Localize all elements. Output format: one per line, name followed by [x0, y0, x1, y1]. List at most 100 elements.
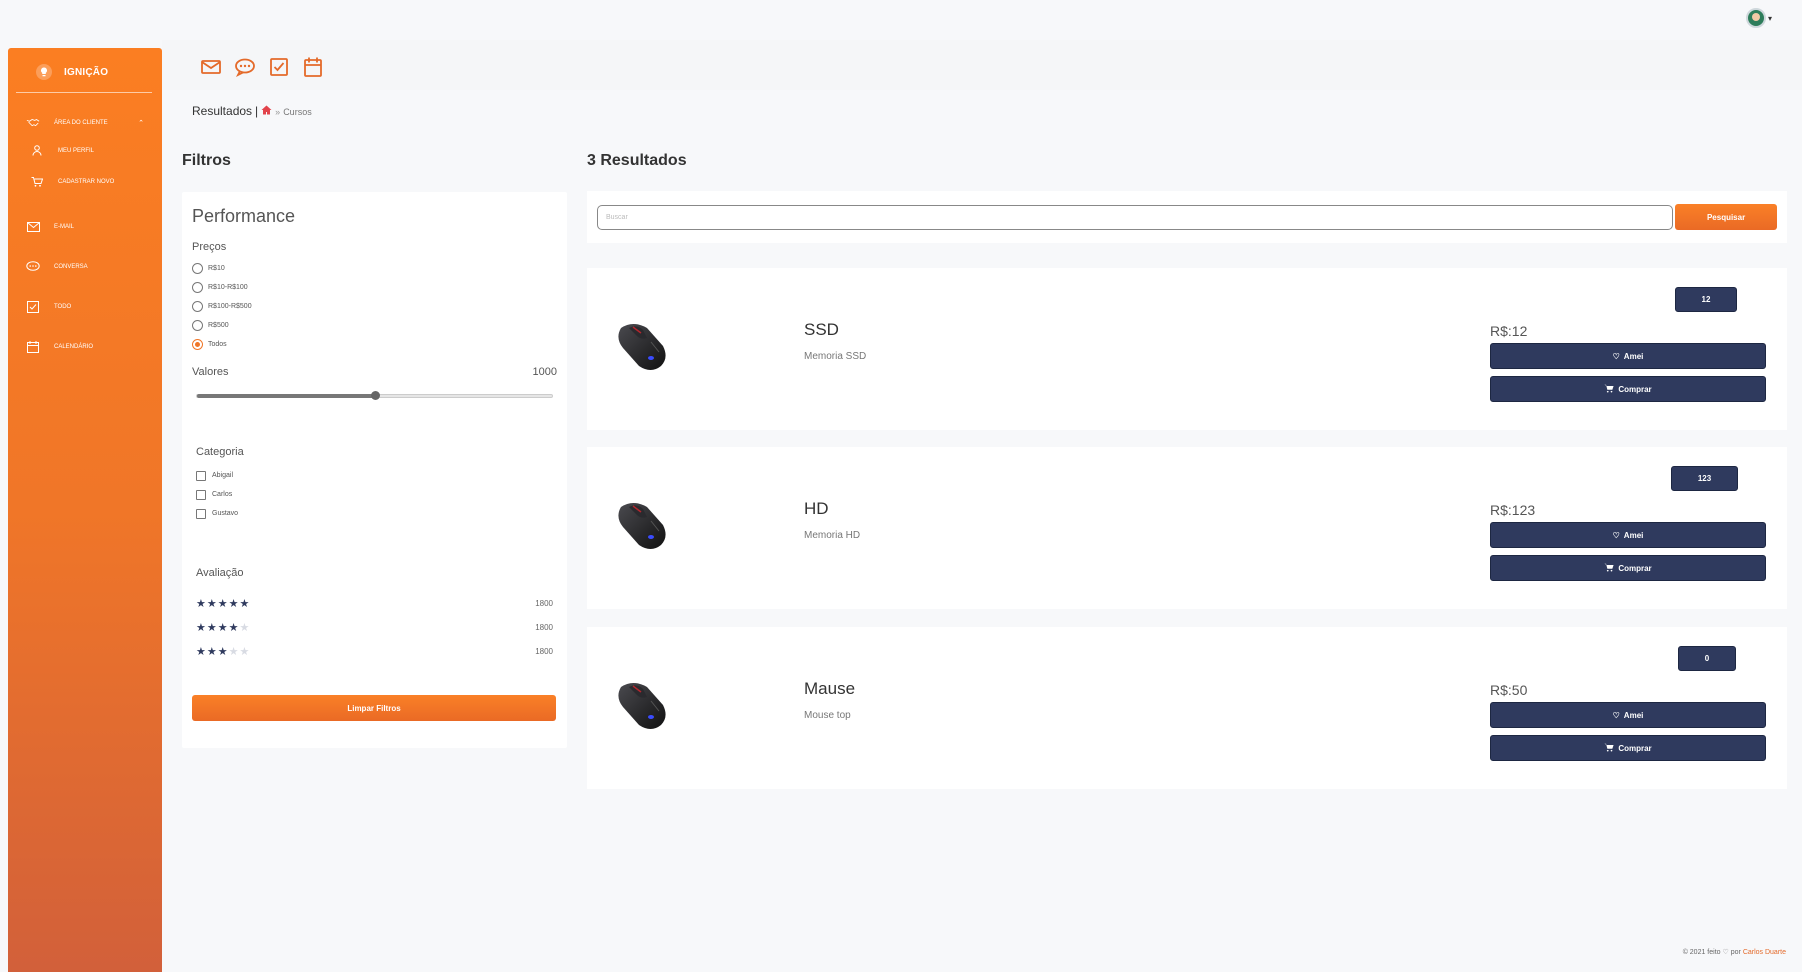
cart-icon — [1604, 743, 1614, 754]
radio-button[interactable] — [192, 263, 203, 274]
footer-author[interactable]: Carlos Duarte — [1743, 949, 1786, 956]
star-icon: ★ — [228, 597, 240, 610]
values-row: Valores 1000 — [192, 366, 557, 378]
like-button[interactable]: ♡ Amei — [1490, 522, 1766, 548]
slider-thumb[interactable] — [370, 391, 380, 400]
sidebar-item-conversa[interactable]: CONVERSA — [8, 247, 162, 287]
avatar[interactable] — [1745, 8, 1766, 28]
like-button-label: Amei — [1623, 530, 1644, 540]
rating-option[interactable]: ★★★★★ 1800 — [192, 591, 557, 615]
product-description: Memoria HD — [804, 530, 861, 541]
buy-button[interactable]: Comprar — [1490, 376, 1766, 402]
search-button[interactable]: Pesquisar — [1675, 204, 1777, 230]
star-icon: ★ — [196, 621, 207, 634]
product-name[interactable]: SSD — [804, 320, 839, 340]
radio-button[interactable] — [192, 320, 203, 331]
price-option-label: R$500 — [208, 322, 229, 329]
star-rating: ★★★★★ — [196, 645, 250, 658]
price-option[interactable]: R$500 — [192, 316, 557, 335]
sidebar-item-label: TODO — [54, 304, 72, 310]
sidebar-item-area-do-cliente[interactable]: ÁREA DO CLIENTE ⌃ — [8, 111, 162, 135]
heart-icon: ♡ — [1722, 949, 1729, 956]
category-option[interactable]: Gustavo — [192, 504, 557, 523]
home-icon[interactable] — [261, 105, 272, 118]
radio-button[interactable] — [192, 301, 203, 312]
brand[interactable]: IGNIÇÃO — [16, 48, 152, 93]
sidebar-item-email[interactable]: E-MAIL — [8, 207, 162, 247]
values-label: Valores — [192, 366, 229, 378]
like-button[interactable]: ♡ Amei — [1490, 343, 1766, 369]
buy-button[interactable]: Comprar — [1490, 735, 1766, 761]
sidebar-item-todo[interactable]: TODO — [8, 287, 162, 327]
filters-panel: Performance Preços R$10 R$10-R$100 R$100-R… — [182, 192, 567, 748]
price-option-label: Todos — [208, 341, 227, 348]
product-price: R$:12 — [1490, 323, 1528, 339]
heart-icon: ♡ — [1612, 530, 1620, 540]
user-icon — [30, 144, 44, 158]
star-icon: ★ — [239, 597, 251, 610]
buy-button-label: Comprar — [1618, 384, 1652, 394]
checkbox[interactable] — [196, 470, 206, 481]
product-description: Mouse top — [804, 710, 851, 721]
checkbox[interactable] — [196, 489, 206, 500]
radio-button[interactable] — [192, 282, 203, 293]
nav-spacer — [8, 197, 162, 207]
sidebar-item-calendario[interactable]: CALENDÁRIO — [8, 327, 162, 367]
like-button[interactable]: ♡ Amei — [1490, 702, 1766, 728]
filters-heading: Filtros — [182, 152, 231, 169]
handshake-icon — [26, 116, 40, 130]
sidebar-item-meu-perfil[interactable]: MEU PERFIL — [8, 135, 162, 166]
envelope-icon[interactable] — [200, 56, 222, 78]
quantity-badge: 123 — [1671, 466, 1738, 491]
product-description: Memoria SSD — [804, 351, 867, 362]
category-option[interactable]: Abigail — [192, 466, 557, 485]
star-rating: ★★★★★ — [196, 597, 250, 610]
sidebar-item-cadastrar-novo[interactable]: CADASTRAR NOVO — [8, 166, 162, 197]
envelope-icon — [26, 220, 40, 234]
product-name[interactable]: HD — [804, 499, 829, 519]
radio-button[interactable] — [192, 339, 203, 350]
rating-option[interactable]: ★★★★★ 1800 — [192, 615, 557, 639]
price-option[interactable]: R$100-R$500 — [192, 297, 557, 316]
product-price: R$:50 — [1490, 682, 1528, 698]
footer: © 2021 feito ♡ por Carlos Duarte — [1683, 948, 1786, 956]
results-heading: 3 Resultados — [587, 152, 687, 169]
chat-icon[interactable] — [234, 56, 256, 78]
value-slider[interactable] — [196, 391, 553, 400]
category-option[interactable]: Carlos — [192, 485, 557, 504]
product-card: HD Memoria HD 123 R$:123 ♡ Amei Comprar — [587, 447, 1787, 609]
product-name[interactable]: Mause — [804, 679, 855, 699]
cart-icon — [30, 175, 44, 189]
category-group-title: Categoria — [196, 446, 244, 458]
product-image — [611, 497, 671, 552]
star-icon: ★ — [217, 597, 229, 610]
category-option-label: Abigail — [212, 472, 234, 479]
rating-group-title: Avaliação — [196, 567, 244, 579]
rating-option[interactable]: ★★★★★ 1800 — [192, 639, 557, 663]
checkbox-icon[interactable] — [268, 56, 290, 78]
checkbox[interactable] — [196, 508, 206, 519]
search-input[interactable] — [597, 204, 1674, 230]
like-button-label: Amei — [1623, 710, 1644, 720]
sidebar-nav: ÁREA DO CLIENTE ⌃ MEU PERFIL CADASTRAR N… — [8, 93, 162, 367]
price-option[interactable]: R$10 — [192, 259, 557, 278]
clear-filters-button[interactable]: Limpar Filtros — [192, 695, 556, 721]
heart-icon: ♡ — [1612, 351, 1620, 361]
user-menu[interactable]: ▾ — [1745, 8, 1772, 28]
product-image — [611, 318, 671, 373]
price-option[interactable]: R$10-R$100 — [192, 278, 557, 297]
rating-options: ★★★★★ 1800 ★★★★★ 1800 ★★★★★ 1800 — [192, 591, 557, 663]
sidebar-item-label: MEU PERFIL — [58, 147, 95, 154]
star-icon: ★ — [239, 621, 251, 634]
like-button-label: Amei — [1623, 351, 1644, 361]
rating-count: 1800 — [535, 622, 553, 632]
buy-button[interactable]: Comprar — [1490, 555, 1766, 581]
cart-icon — [1604, 563, 1614, 574]
quick-actions — [200, 56, 324, 78]
sidebar-item-label: CADASTRAR NOVO — [58, 178, 115, 185]
caret-down-icon: ▾ — [1767, 13, 1772, 23]
calendar-icon[interactable] — [302, 56, 324, 78]
price-option[interactable]: Todos — [192, 335, 557, 354]
breadcrumb-path[interactable]: Cursos — [283, 107, 312, 117]
price-option-label: R$10 — [208, 265, 225, 272]
